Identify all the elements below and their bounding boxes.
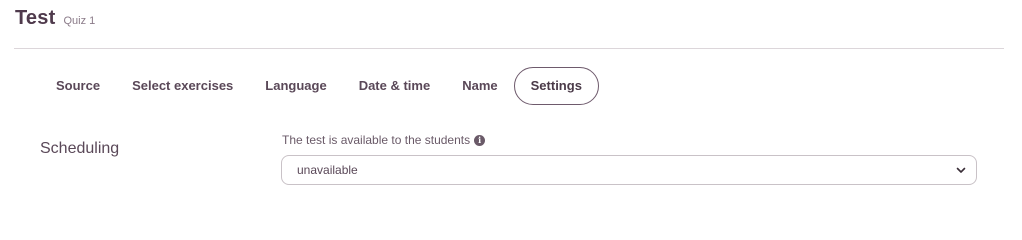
page-subtitle: Quiz 1 bbox=[63, 15, 96, 27]
availability-field-label: The test is available to the students i bbox=[282, 133, 486, 147]
tab-source[interactable]: Source bbox=[40, 67, 116, 105]
tab-select-exercises[interactable]: Select exercises bbox=[116, 67, 249, 105]
page: Test Quiz 1 Source Select exercises Lang… bbox=[0, 0, 1022, 203]
page-header: Test Quiz 1 bbox=[15, 7, 95, 30]
availability-label-text: The test is available to the students bbox=[282, 133, 471, 147]
tab-date-time[interactable]: Date & time bbox=[343, 67, 447, 105]
availability-select[interactable]: unavailable bbox=[281, 155, 977, 185]
tab-settings[interactable]: Settings bbox=[513, 67, 599, 105]
tab-name[interactable]: Name bbox=[446, 67, 513, 105]
header-divider bbox=[14, 48, 1004, 49]
availability-select-value: unavailable bbox=[297, 163, 358, 177]
section-label-scheduling: Scheduling bbox=[40, 140, 120, 157]
info-circle-icon[interactable]: i bbox=[474, 134, 486, 146]
chevron-down-icon bbox=[956, 167, 966, 173]
tab-bar: Source Select exercises Language Date & … bbox=[40, 67, 599, 105]
tab-language[interactable]: Language bbox=[249, 67, 342, 105]
page-title: Test bbox=[15, 7, 56, 29]
